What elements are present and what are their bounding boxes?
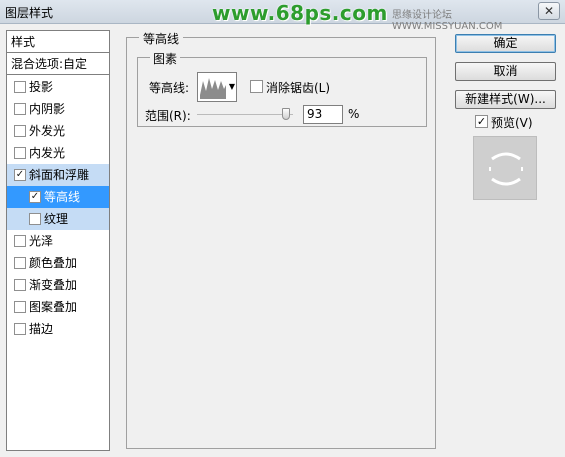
style-item-label: 斜面和浮雕 xyxy=(29,168,90,182)
contour-picker[interactable]: ▼ xyxy=(197,72,237,102)
preview-bevel-icon xyxy=(489,152,523,186)
contour-curve-thumbnail[interactable] xyxy=(200,75,226,99)
style-item-pattern-overlay[interactable]: 图案叠加 xyxy=(7,296,109,318)
style-preview-thumbnail xyxy=(473,136,537,200)
chevron-down-icon[interactable]: ▼ xyxy=(228,73,236,101)
style-item-label: 渐变叠加 xyxy=(29,278,78,292)
antialias-checkbox[interactable] xyxy=(250,80,263,93)
title-bar: 图层样式 www.68ps.com 思缘设计论坛 WWW.MISSYUAN.CO… xyxy=(0,0,565,32)
style-item-label: 内发光 xyxy=(29,146,66,160)
checkbox-bevel-emboss[interactable]: ✓ xyxy=(14,169,26,181)
ok-button[interactable]: 确定 xyxy=(455,34,556,53)
checkbox-color-overlay[interactable] xyxy=(14,257,26,269)
style-item-contour[interactable]: ✓ 等高线 xyxy=(7,186,109,208)
style-item-inner-glow[interactable]: 内发光 xyxy=(7,142,109,164)
style-item-label: 颜色叠加 xyxy=(29,256,78,270)
close-button[interactable]: ✕ xyxy=(538,2,560,20)
contour-curve-icon xyxy=(200,78,226,99)
blend-options-item[interactable]: 混合选项:自定 xyxy=(7,53,109,75)
close-icon: ✕ xyxy=(543,4,555,18)
checkbox-drop-shadow[interactable] xyxy=(14,81,26,93)
contour-picker-label: 等高线: xyxy=(149,81,190,95)
style-item-bevel-emboss[interactable]: ✓ 斜面和浮雕 xyxy=(7,164,109,186)
watermark-text: www.68ps.com xyxy=(212,1,388,25)
range-slider-track[interactable] xyxy=(197,114,293,115)
checkbox-outer-glow[interactable] xyxy=(14,125,26,137)
style-item-drop-shadow[interactable]: 投影 xyxy=(7,76,109,98)
antialias-label: 消除锯齿(L) xyxy=(266,81,331,95)
style-item-label: 光泽 xyxy=(29,234,54,248)
style-item-label: 描边 xyxy=(29,322,54,336)
style-item-label: 内阴影 xyxy=(29,102,66,116)
range-input[interactable]: 93 xyxy=(303,105,343,124)
preview-label: 预览(V) xyxy=(491,116,533,130)
styles-header[interactable]: 样式 xyxy=(7,31,109,53)
style-item-label: 图案叠加 xyxy=(29,300,78,314)
style-item-texture[interactable]: 纹理 xyxy=(7,208,109,230)
range-label: 范围(R): xyxy=(145,109,191,123)
new-style-button[interactable]: 新建样式(W)... xyxy=(455,90,556,109)
checkbox-contour[interactable]: ✓ xyxy=(29,191,41,203)
style-item-label: 纹理 xyxy=(44,212,69,226)
checkbox-texture[interactable] xyxy=(29,213,41,225)
style-item-stroke[interactable]: 描边 xyxy=(7,318,109,340)
styles-list: 样式 混合选项:自定 投影 内阴影 外发光 内发光 ✓ 斜面和浮雕 ✓ 等高线 … xyxy=(6,30,110,451)
style-item-inner-shadow[interactable]: 内阴影 xyxy=(7,98,109,120)
checkbox-inner-glow[interactable] xyxy=(14,147,26,159)
style-item-gradient-overlay[interactable]: 渐变叠加 xyxy=(7,274,109,296)
blend-options-label: 混合选项:自定 xyxy=(11,57,88,71)
style-item-label: 投影 xyxy=(29,80,54,94)
checkbox-satin[interactable] xyxy=(14,235,26,247)
elements-group-title: 图素 xyxy=(150,50,181,67)
checkbox-stroke[interactable] xyxy=(14,323,26,335)
preview-checkbox[interactable]: ✓ xyxy=(475,115,488,128)
style-item-label: 等高线 xyxy=(44,190,81,204)
style-item-label: 外发光 xyxy=(29,124,66,138)
style-item-color-overlay[interactable]: 颜色叠加 xyxy=(7,252,109,274)
checkbox-pattern-overlay[interactable] xyxy=(14,301,26,313)
range-slider-thumb[interactable] xyxy=(282,108,291,120)
style-item-satin[interactable]: 光泽 xyxy=(7,230,109,252)
contour-group: 等高线 图素 等高线: ▼ 消除锯齿(L) 范围(R): 93 % xyxy=(126,30,436,449)
style-item-outer-glow[interactable]: 外发光 xyxy=(7,120,109,142)
styles-header-label: 样式 xyxy=(11,35,36,49)
window-title: 图层样式 xyxy=(5,6,54,20)
contour-group-title: 等高线 xyxy=(139,30,184,47)
checkbox-gradient-overlay[interactable] xyxy=(14,279,26,291)
cancel-button[interactable]: 取消 xyxy=(455,62,556,81)
checkbox-inner-shadow[interactable] xyxy=(14,103,26,115)
range-unit: % xyxy=(348,107,360,121)
